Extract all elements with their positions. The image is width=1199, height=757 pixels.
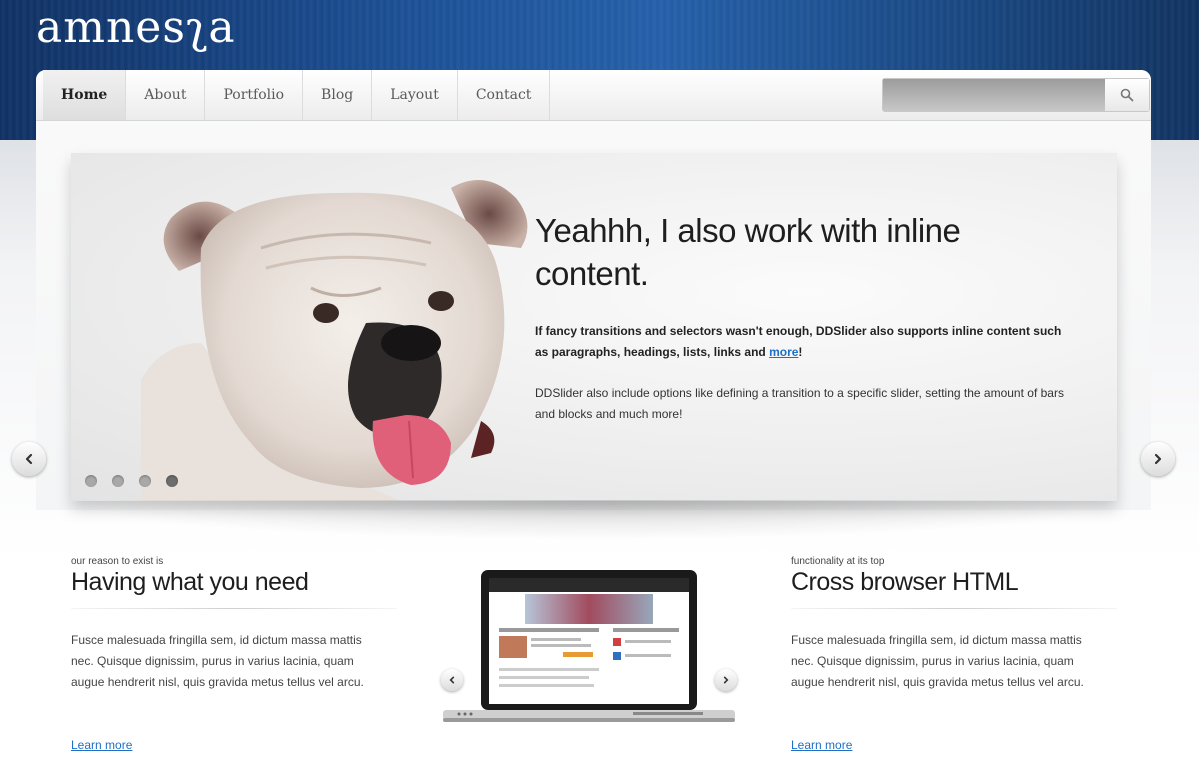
nav-item-contact[interactable]: Contact bbox=[458, 70, 551, 120]
feature-2-title: Cross browser HTML bbox=[791, 568, 1019, 596]
nav-item-about[interactable]: About bbox=[126, 70, 206, 120]
feature-1-title: Having what you need bbox=[71, 568, 309, 596]
slide-paragraph-1: If fancy transitions and selectors wasn'… bbox=[535, 321, 1075, 363]
nav-item-blog[interactable]: Blog bbox=[303, 70, 373, 120]
feature-1-body: Fusce malesuada fringilla sem, id dictum… bbox=[71, 633, 364, 689]
feature-1-eyebrow: our reason to exist is bbox=[71, 556, 164, 567]
feature-2-learn-more-link[interactable]: Learn more bbox=[791, 738, 852, 752]
slider-dot-1[interactable] bbox=[85, 475, 97, 487]
nav-item-home[interactable]: Home bbox=[43, 70, 127, 120]
search-input[interactable] bbox=[883, 79, 1105, 111]
slider-next-button[interactable] bbox=[1141, 442, 1175, 476]
hero-slider: Yeahhh, I also work with inline content.… bbox=[71, 153, 1117, 501]
arrow-left-icon bbox=[25, 453, 33, 465]
slider-dot-2[interactable] bbox=[112, 475, 124, 487]
feature-2-divider bbox=[791, 608, 1117, 609]
slider-pagination bbox=[85, 475, 178, 487]
feature-2-body: Fusce malesuada fringilla sem, id dictum… bbox=[791, 633, 1084, 689]
top-nav: Home About Portfolio Blog Layout Contact bbox=[36, 70, 1151, 121]
slider-shadow bbox=[60, 500, 1130, 540]
laptop-icon bbox=[443, 570, 735, 722]
slider-dot-4[interactable] bbox=[166, 475, 178, 487]
slide-paragraph-1-end: ! bbox=[798, 345, 803, 359]
feature-1-learn-more-link[interactable]: Learn more bbox=[71, 738, 132, 752]
nav-item-layout[interactable]: Layout bbox=[372, 70, 458, 120]
slider-dot-3[interactable] bbox=[139, 475, 151, 487]
feature-1-divider bbox=[71, 608, 397, 609]
more-link[interactable]: more bbox=[769, 345, 798, 359]
search-icon bbox=[1120, 88, 1134, 102]
search-button[interactable] bbox=[1105, 79, 1149, 111]
slide-title: Yeahhh, I also work with inline content. bbox=[535, 212, 961, 292]
slider-prev-button[interactable] bbox=[12, 442, 46, 476]
search-box bbox=[882, 78, 1150, 112]
nav-list: Home About Portfolio Blog Layout Contact bbox=[43, 70, 551, 120]
arrow-right-icon bbox=[1154, 453, 1162, 465]
feature-2-eyebrow: functionality at its top bbox=[791, 556, 885, 567]
slide-paragraph-2: DDSlider also include options like defin… bbox=[535, 386, 1064, 421]
nav-item-portfolio[interactable]: Portfolio bbox=[205, 70, 304, 120]
bulldog-image bbox=[141, 180, 528, 501]
site-logo[interactable]: amnesʅa bbox=[36, 0, 236, 60]
